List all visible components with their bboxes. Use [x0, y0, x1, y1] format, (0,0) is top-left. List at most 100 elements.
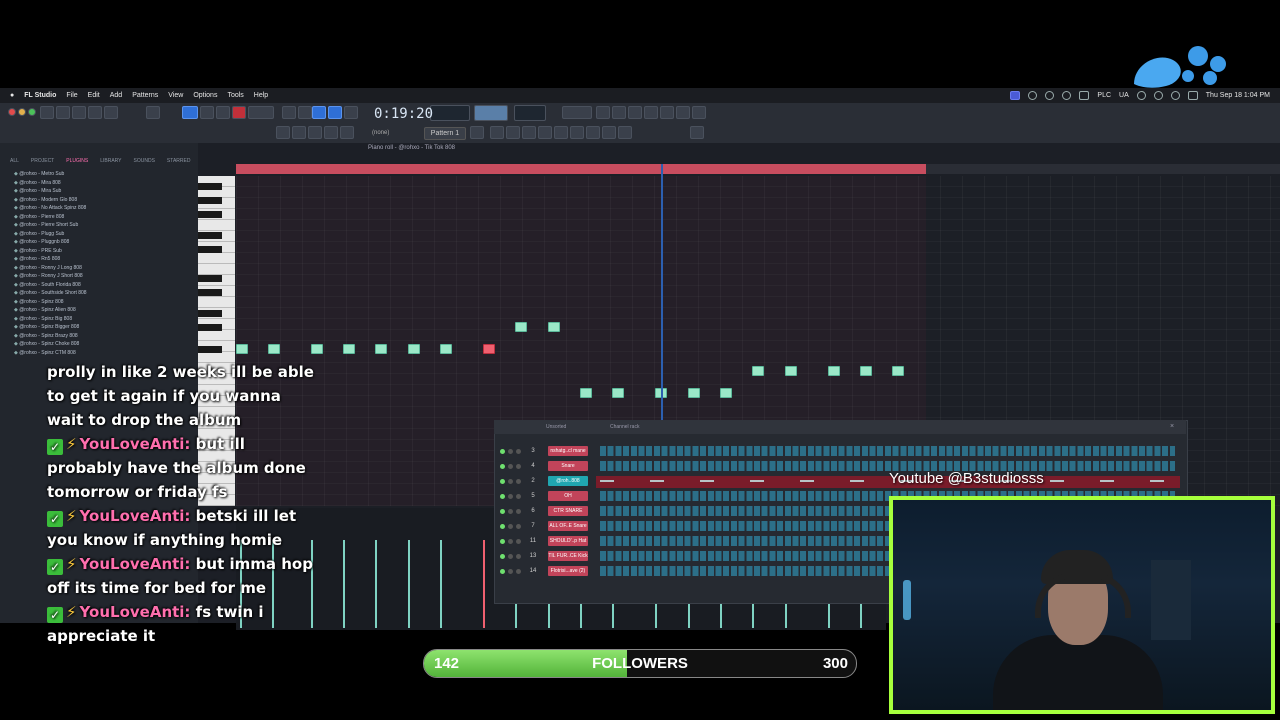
status-icon[interactable]: [1028, 91, 1038, 100]
step-icon[interactable]: [298, 106, 312, 119]
channel-row[interactable]: 4 Snare: [496, 461, 1186, 473]
note[interactable]: [828, 366, 840, 376]
battery-icon[interactable]: [1153, 91, 1163, 100]
velocity-bar[interactable]: [440, 540, 442, 628]
channel-row[interactable]: 3 nshatg..cl mane: [496, 446, 1186, 458]
browser-item[interactable]: @rohxo - Mira Sub: [14, 187, 194, 196]
save-icon[interactable]: [88, 106, 102, 119]
status-plc[interactable]: PLC: [1097, 92, 1111, 99]
window-icon[interactable]: [1079, 91, 1090, 100]
browser-item[interactable]: @rohxo - Spinz CTM 808: [14, 349, 194, 358]
channel-name-button[interactable]: Snare: [548, 461, 588, 471]
note[interactable]: [408, 344, 420, 354]
mode-label[interactable]: (none): [372, 130, 389, 136]
record-button[interactable]: [232, 106, 246, 119]
blend-notes-icon[interactable]: [312, 106, 326, 119]
channel-number[interactable]: 5: [526, 493, 540, 499]
browser-item[interactable]: @rohxo - Rn5 808: [14, 255, 194, 264]
undo-icon[interactable]: [104, 106, 118, 119]
tab-starred[interactable]: STARRED: [167, 158, 191, 168]
note[interactable]: [343, 344, 355, 354]
menu-file[interactable]: File: [66, 92, 77, 99]
browser-item[interactable]: @rohxo - Spinz Brazy 808: [14, 332, 194, 341]
browser-item[interactable]: @rohxo - Spinz Alien 808: [14, 306, 194, 315]
black-key[interactable]: [198, 346, 222, 353]
note[interactable]: [375, 344, 387, 354]
note[interactable]: [720, 388, 732, 398]
note[interactable]: [580, 388, 592, 398]
note[interactable]: [548, 322, 560, 332]
led-icon[interactable]: [500, 554, 505, 559]
note[interactable]: [785, 366, 797, 376]
channel-number[interactable]: 3: [526, 448, 540, 454]
mixer-icon[interactable]: [308, 126, 322, 139]
timeline-ruler[interactable]: [926, 164, 1280, 174]
led-icon[interactable]: [500, 539, 505, 544]
led-icon[interactable]: [500, 524, 505, 529]
black-key[interactable]: [198, 324, 222, 331]
browser-item[interactable]: @rohxo - Spinz Bigger 808: [14, 323, 194, 332]
grid-icon[interactable]: [522, 126, 536, 139]
menu-edit[interactable]: Edit: [88, 92, 100, 99]
status-ua[interactable]: UA: [1119, 92, 1129, 99]
solo-icon[interactable]: [516, 494, 521, 499]
piano-roll-icon[interactable]: [292, 126, 306, 139]
export-icon[interactable]: [692, 106, 706, 119]
channel-number[interactable]: 2: [526, 478, 540, 484]
led-icon[interactable]: [500, 569, 505, 574]
mic-icon[interactable]: [628, 106, 642, 119]
black-key[interactable]: [198, 275, 222, 282]
step-sequencer[interactable]: [600, 480, 1175, 482]
note[interactable]: [860, 366, 872, 376]
save-icon[interactable]: [660, 106, 674, 119]
snap-icon[interactable]: [282, 106, 296, 119]
solo-icon[interactable]: [516, 449, 521, 454]
solo-icon[interactable]: [516, 524, 521, 529]
stop-button[interactable]: [216, 106, 230, 119]
browser-item[interactable]: @rohxo - Mira 808: [14, 179, 194, 188]
mute-icon[interactable]: [508, 494, 513, 499]
tab-project[interactable]: PROJECT: [31, 158, 54, 168]
led-icon[interactable]: [500, 509, 505, 514]
pattern-add-icon[interactable]: [470, 126, 484, 139]
record-icon[interactable]: [1062, 91, 1072, 100]
mute-icon[interactable]: [508, 479, 513, 484]
minimize-window-button[interactable]: [18, 108, 26, 116]
pencil-icon[interactable]: [618, 126, 632, 139]
status-icon[interactable]: [1045, 91, 1055, 100]
channel-number[interactable]: 14: [526, 568, 540, 574]
clock[interactable]: Thu Sep 18 1:04 PM: [1206, 92, 1270, 99]
search-icon[interactable]: [1170, 91, 1180, 100]
tab-all[interactable]: ALL: [10, 158, 19, 168]
menu-options[interactable]: Options: [193, 92, 217, 99]
channel-number[interactable]: 6: [526, 508, 540, 514]
browser-item[interactable]: @rohxo - Modern Glo 808: [14, 196, 194, 205]
browser-item[interactable]: @rohxo - Metro Sub: [14, 170, 194, 179]
solo-icon[interactable]: [516, 554, 521, 559]
tab-library[interactable]: LIBRARY: [100, 158, 121, 168]
control-center-icon[interactable]: [1187, 91, 1198, 100]
led-icon[interactable]: [500, 494, 505, 499]
note[interactable]: [236, 344, 248, 354]
browser-item[interactable]: @rohxo - Plugg Sub: [14, 230, 194, 239]
close-icon[interactable]: [40, 106, 54, 119]
channel-name-button[interactable]: @roh..808: [548, 476, 588, 486]
screen-share-icon[interactable]: [1010, 91, 1021, 100]
black-key[interactable]: [198, 232, 222, 239]
note[interactable]: [612, 388, 624, 398]
led-icon[interactable]: [500, 479, 505, 484]
channel-name-button[interactable]: Flotrisi...ave (2): [548, 566, 588, 576]
browser-item[interactable]: @rohxo - Pluggnb 808: [14, 238, 194, 247]
browser-item[interactable]: @rohxo - Spinz Big 808: [14, 315, 194, 324]
note[interactable]: [515, 322, 527, 332]
channel-name-button[interactable]: OH: [548, 491, 588, 501]
black-key[interactable]: [198, 197, 222, 204]
menu-view[interactable]: View: [168, 92, 183, 99]
mute-icon[interactable]: [508, 509, 513, 514]
tools-icon[interactable]: [612, 106, 626, 119]
black-key[interactable]: [198, 289, 222, 296]
rack-filter[interactable]: Unsorted: [546, 424, 566, 430]
metronome-icon[interactable]: [146, 106, 160, 119]
black-key[interactable]: [198, 246, 222, 253]
pattern-clone-icon[interactable]: [490, 126, 504, 139]
